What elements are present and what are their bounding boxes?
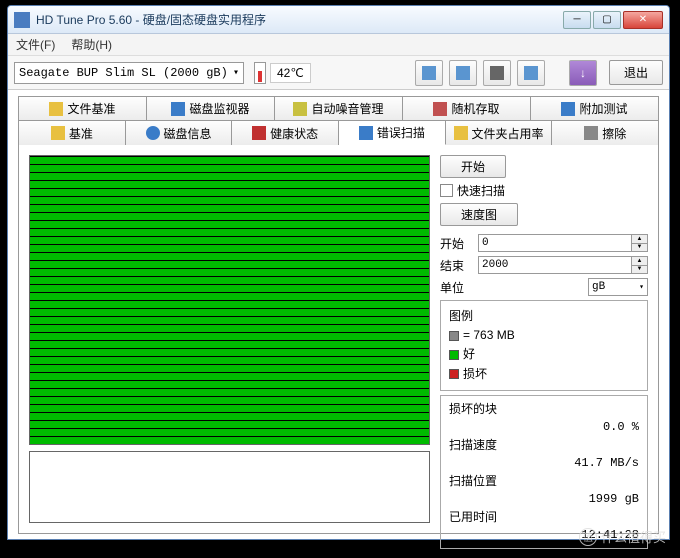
close-button[interactable]: ✕	[623, 11, 663, 29]
tab-health[interactable]: 健康状态	[232, 120, 339, 145]
toolbar: Seagate BUP Slim SL (2000 gB) 42℃ ↓ 退出	[8, 56, 669, 90]
speed-value: 41.7 MB/s	[449, 454, 639, 472]
menu-help[interactable]: 帮助(H)	[71, 36, 112, 53]
start-field-row: 开始 ▲▼	[440, 234, 648, 252]
tabs-row-2: 基准 磁盘信息 健康状态 错误扫描 文件夹占用率 擦除	[18, 120, 659, 145]
speaker-icon	[293, 102, 307, 116]
legend-block-label: = 763 MB	[463, 328, 515, 342]
tab-disk-info[interactable]: 磁盘信息	[126, 120, 233, 145]
scan-block-map	[29, 155, 430, 445]
screenshot-button[interactable]	[483, 60, 511, 86]
drive-select-value: Seagate BUP Slim SL (2000 gB)	[19, 66, 228, 80]
elapsed-label: 已用时间	[449, 508, 639, 526]
legend-ok-swatch	[449, 350, 459, 360]
extra-icon	[561, 102, 575, 116]
legend-title: 图例	[449, 307, 639, 326]
camera-icon	[490, 66, 504, 80]
start-input[interactable]	[478, 234, 632, 252]
bulb-icon	[51, 126, 65, 140]
tab-extra-tests[interactable]: 附加测试	[531, 96, 659, 120]
main-window: HD Tune Pro 5.60 - 硬盘/固态硬盘实用程序 ─ ▢ ✕ 文件(…	[7, 5, 670, 540]
damaged-label: 损坏的块	[449, 400, 639, 418]
tab-random-access[interactable]: 随机存取	[403, 96, 531, 120]
copy-button[interactable]	[415, 60, 443, 86]
end-label: 结束	[440, 257, 474, 274]
start-label: 开始	[440, 235, 474, 252]
side-column: 开始 快速扫描 速度图 开始 ▲▼ 结束 ▲▼ 单位 gB 图	[440, 155, 648, 523]
scan-column	[29, 155, 430, 523]
spin-down-icon[interactable]: ▼	[632, 266, 647, 274]
benchmark-icon	[49, 102, 63, 116]
legend-bad-label: 损坏	[463, 367, 487, 381]
down-button[interactable]: ↓	[569, 60, 597, 86]
tab-file-benchmark[interactable]: 文件基准	[18, 96, 147, 120]
quick-scan-label: 快速扫描	[457, 182, 505, 199]
legend-bad-swatch	[449, 369, 459, 379]
thermometer-icon	[254, 62, 266, 84]
watermark: 值 什么值得买	[579, 527, 666, 546]
watermark-icon: 值	[579, 528, 597, 546]
unit-select[interactable]: gB	[588, 278, 648, 296]
copy2-button[interactable]	[449, 60, 477, 86]
info-icon	[146, 126, 160, 140]
quick-scan-row[interactable]: 快速扫描	[440, 182, 648, 199]
position-label: 扫描位置	[449, 472, 639, 490]
menubar: 文件(F) 帮助(H)	[8, 34, 669, 56]
speed-label: 扫描速度	[449, 436, 639, 454]
tab-disk-monitor[interactable]: 磁盘监视器	[147, 96, 275, 120]
tab-folder-usage[interactable]: 文件夹占用率	[446, 120, 553, 145]
trash-icon	[584, 126, 598, 140]
content-frame: 开始 快速扫描 速度图 开始 ▲▼ 结束 ▲▼ 单位 gB 图	[18, 144, 659, 534]
legend-block-swatch	[449, 331, 459, 341]
monitor-icon	[171, 102, 185, 116]
tab-aam[interactable]: 自动噪音管理	[275, 96, 403, 120]
maximize-button[interactable]: ▢	[593, 11, 621, 29]
spin-up-icon[interactable]: ▲	[632, 235, 647, 244]
position-value: 1999 gB	[449, 490, 639, 508]
copy-icon	[456, 66, 470, 80]
legend-ok-label: 好	[463, 347, 475, 361]
tab-benchmark[interactable]: 基准	[18, 120, 126, 145]
speedmap-button[interactable]: 速度图	[440, 203, 518, 226]
save-button[interactable]	[517, 60, 545, 86]
magnify-icon	[359, 126, 373, 140]
tabs-row-1: 文件基准 磁盘监视器 自动噪音管理 随机存取 附加测试	[18, 96, 659, 120]
end-input[interactable]	[478, 256, 632, 274]
main-area: 文件基准 磁盘监视器 自动噪音管理 随机存取 附加测试 基准 磁盘信息 健康状态…	[8, 90, 669, 544]
random-icon	[433, 102, 447, 116]
exit-button[interactable]: 退出	[609, 60, 663, 85]
spin-down-icon[interactable]: ▼	[632, 244, 647, 252]
titlebar[interactable]: HD Tune Pro 5.60 - 硬盘/固态硬盘实用程序 ─ ▢ ✕	[8, 6, 669, 34]
window-buttons: ─ ▢ ✕	[563, 11, 663, 29]
start-button[interactable]: 开始	[440, 155, 506, 178]
arrow-down-icon: ↓	[580, 66, 586, 80]
legend-box: 图例 = 763 MB 好 损坏	[440, 300, 648, 391]
end-field-row: 结束 ▲▼	[440, 256, 648, 274]
tab-erase[interactable]: 擦除	[552, 120, 659, 145]
tab-error-scan[interactable]: 错误扫描	[339, 120, 446, 145]
unit-label: 单位	[440, 279, 474, 296]
menu-file[interactable]: 文件(F)	[16, 36, 55, 53]
unit-field-row: 单位 gB	[440, 278, 648, 296]
temperature-display: 42℃	[254, 62, 311, 84]
spin-up-icon[interactable]: ▲	[632, 257, 647, 266]
window-title: HD Tune Pro 5.60 - 硬盘/固态硬盘实用程序	[36, 11, 563, 28]
minimize-button[interactable]: ─	[563, 11, 591, 29]
scan-output-box	[29, 451, 430, 523]
copy-icon	[422, 66, 436, 80]
folder-icon	[454, 126, 468, 140]
watermark-text: 什么值得买	[601, 527, 666, 546]
quick-scan-checkbox[interactable]	[440, 184, 453, 197]
drive-select[interactable]: Seagate BUP Slim SL (2000 gB)	[14, 62, 244, 84]
temperature-value: 42℃	[270, 63, 311, 83]
app-icon	[14, 12, 30, 28]
stats-box: 损坏的块 0.0 % 扫描速度 41.7 MB/s 扫描位置 1999 gB 已…	[440, 395, 648, 549]
damaged-value: 0.0 %	[449, 418, 639, 436]
plus-icon	[252, 126, 266, 140]
start-spinner[interactable]: ▲▼	[478, 234, 648, 252]
save-icon	[524, 66, 538, 80]
end-spinner[interactable]: ▲▼	[478, 256, 648, 274]
